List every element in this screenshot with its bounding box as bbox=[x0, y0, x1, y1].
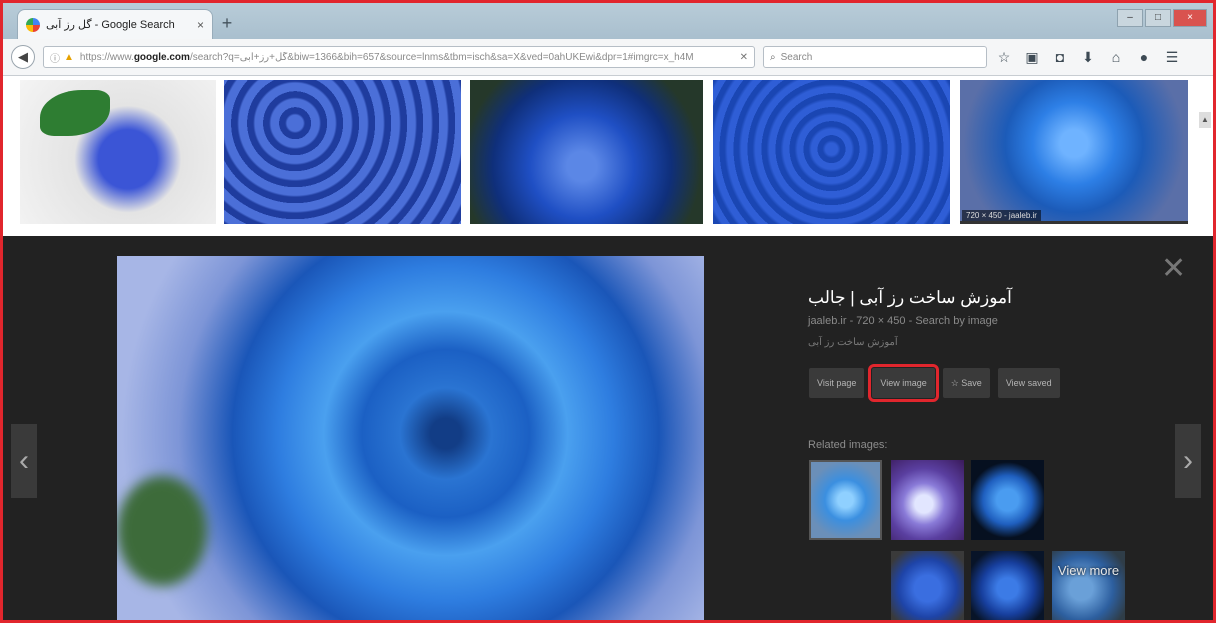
google-favicon-icon bbox=[26, 17, 40, 32]
browser-tab[interactable]: گل رز آبی - Google Search × bbox=[17, 9, 213, 39]
window-close-button[interactable]: × bbox=[1173, 9, 1207, 27]
view-image-button[interactable]: View image bbox=[868, 364, 939, 402]
related-image-thumbnail[interactable] bbox=[971, 460, 1044, 540]
chat-icon[interactable]: ● bbox=[1135, 47, 1153, 67]
info-icon: ⓘ bbox=[50, 53, 60, 65]
thumbnail-caption: 720 × 450 - jaaleb.ir bbox=[962, 210, 1041, 221]
related-image-thumbnail[interactable] bbox=[891, 551, 964, 620]
bookmark-star-icon[interactable]: ☆ bbox=[995, 47, 1013, 67]
result-thumbnail[interactable] bbox=[470, 80, 703, 224]
window-controls: – □ × bbox=[1117, 9, 1207, 27]
reader-view-icon[interactable]: ✕ bbox=[740, 52, 748, 63]
leaf-shape bbox=[40, 90, 110, 136]
result-thumbnail[interactable] bbox=[224, 80, 461, 224]
search-box[interactable]: ⌕ Search bbox=[763, 46, 987, 68]
minimize-button[interactable]: – bbox=[1117, 9, 1143, 27]
back-button[interactable]: ◀ bbox=[11, 45, 35, 69]
navigation-bar: ◀ ⓘ ▲ https://www.google.com/search?q=گل… bbox=[3, 39, 1213, 76]
preview-image[interactable] bbox=[117, 256, 704, 620]
image-results-strip: 720 × 450 - jaaleb.ir ▲ bbox=[3, 76, 1213, 309]
image-preview-panel: ‹ › ✕ آموزش ساخت رز آبی | جالب jaaleb.ir… bbox=[3, 236, 1213, 620]
related-image-thumbnail[interactable] bbox=[809, 460, 882, 540]
leaf-shape bbox=[117, 476, 207, 586]
toolbar-icons: ☆ ▣ ◘ ⬇ ⌂ ● ☰ bbox=[995, 47, 1181, 67]
next-image-button[interactable]: › bbox=[1175, 424, 1201, 498]
search-icon: ⌕ bbox=[770, 51, 776, 63]
home-icon[interactable]: ⌂ bbox=[1107, 47, 1125, 67]
tab-close-icon[interactable]: × bbox=[197, 18, 204, 32]
preview-description: آموزش ساخت رز آبی bbox=[808, 337, 898, 348]
url-text: https://www.google.com/search?q=گل+رز+آب… bbox=[79, 51, 694, 63]
result-thumbnail[interactable] bbox=[20, 80, 216, 224]
new-tab-button[interactable]: + bbox=[217, 13, 237, 33]
result-thumbnail-selected[interactable]: 720 × 450 - jaaleb.ir bbox=[960, 80, 1188, 224]
view-more-button[interactable]: View more bbox=[1052, 551, 1125, 620]
save-button[interactable]: ☆ Save bbox=[942, 368, 990, 398]
search-placeholder: Search bbox=[780, 51, 813, 63]
preview-actions: Visit page View image ☆ Save View saved bbox=[809, 364, 1068, 402]
lock-icon: ▲ bbox=[64, 51, 74, 63]
related-images-label: Related images: bbox=[808, 439, 888, 451]
scroll-up-arrow-icon[interactable]: ▲ bbox=[1199, 112, 1211, 128]
visit-page-button[interactable]: Visit page bbox=[809, 368, 865, 398]
url-bar[interactable]: ⓘ ▲ https://www.google.com/search?q=گل+ر… bbox=[43, 46, 755, 68]
maximize-button[interactable]: □ bbox=[1145, 9, 1171, 27]
previous-image-button[interactable]: ‹ bbox=[11, 424, 37, 498]
related-image-thumbnail[interactable] bbox=[891, 460, 964, 540]
related-image-thumbnail[interactable] bbox=[971, 551, 1044, 620]
title-bar: گل رز آبی - Google Search × + – □ × bbox=[3, 3, 1213, 39]
tab-title: گل رز آبی - Google Search bbox=[46, 19, 175, 31]
arrow-left-icon: ◀ bbox=[18, 49, 28, 64]
menu-icon[interactable]: ☰ bbox=[1163, 47, 1181, 67]
view-more-label: View more bbox=[1057, 563, 1120, 578]
result-thumbnail[interactable] bbox=[713, 80, 950, 224]
clipboard-icon[interactable]: ▣ bbox=[1023, 47, 1041, 67]
pocket-icon[interactable]: ◘ bbox=[1051, 47, 1069, 67]
download-icon[interactable]: ⬇ bbox=[1079, 47, 1097, 67]
preview-meta: jaaleb.ir - 720 × 450 - Search by image bbox=[808, 315, 998, 327]
screenshot-frame: گل رز آبی - Google Search × + – □ × ◀ ⓘ … bbox=[0, 0, 1216, 623]
preview-title[interactable]: آموزش ساخت رز آبی | جالب bbox=[808, 288, 1068, 308]
view-saved-button[interactable]: View saved bbox=[997, 368, 1060, 398]
close-preview-button[interactable]: ✕ bbox=[1161, 254, 1186, 284]
